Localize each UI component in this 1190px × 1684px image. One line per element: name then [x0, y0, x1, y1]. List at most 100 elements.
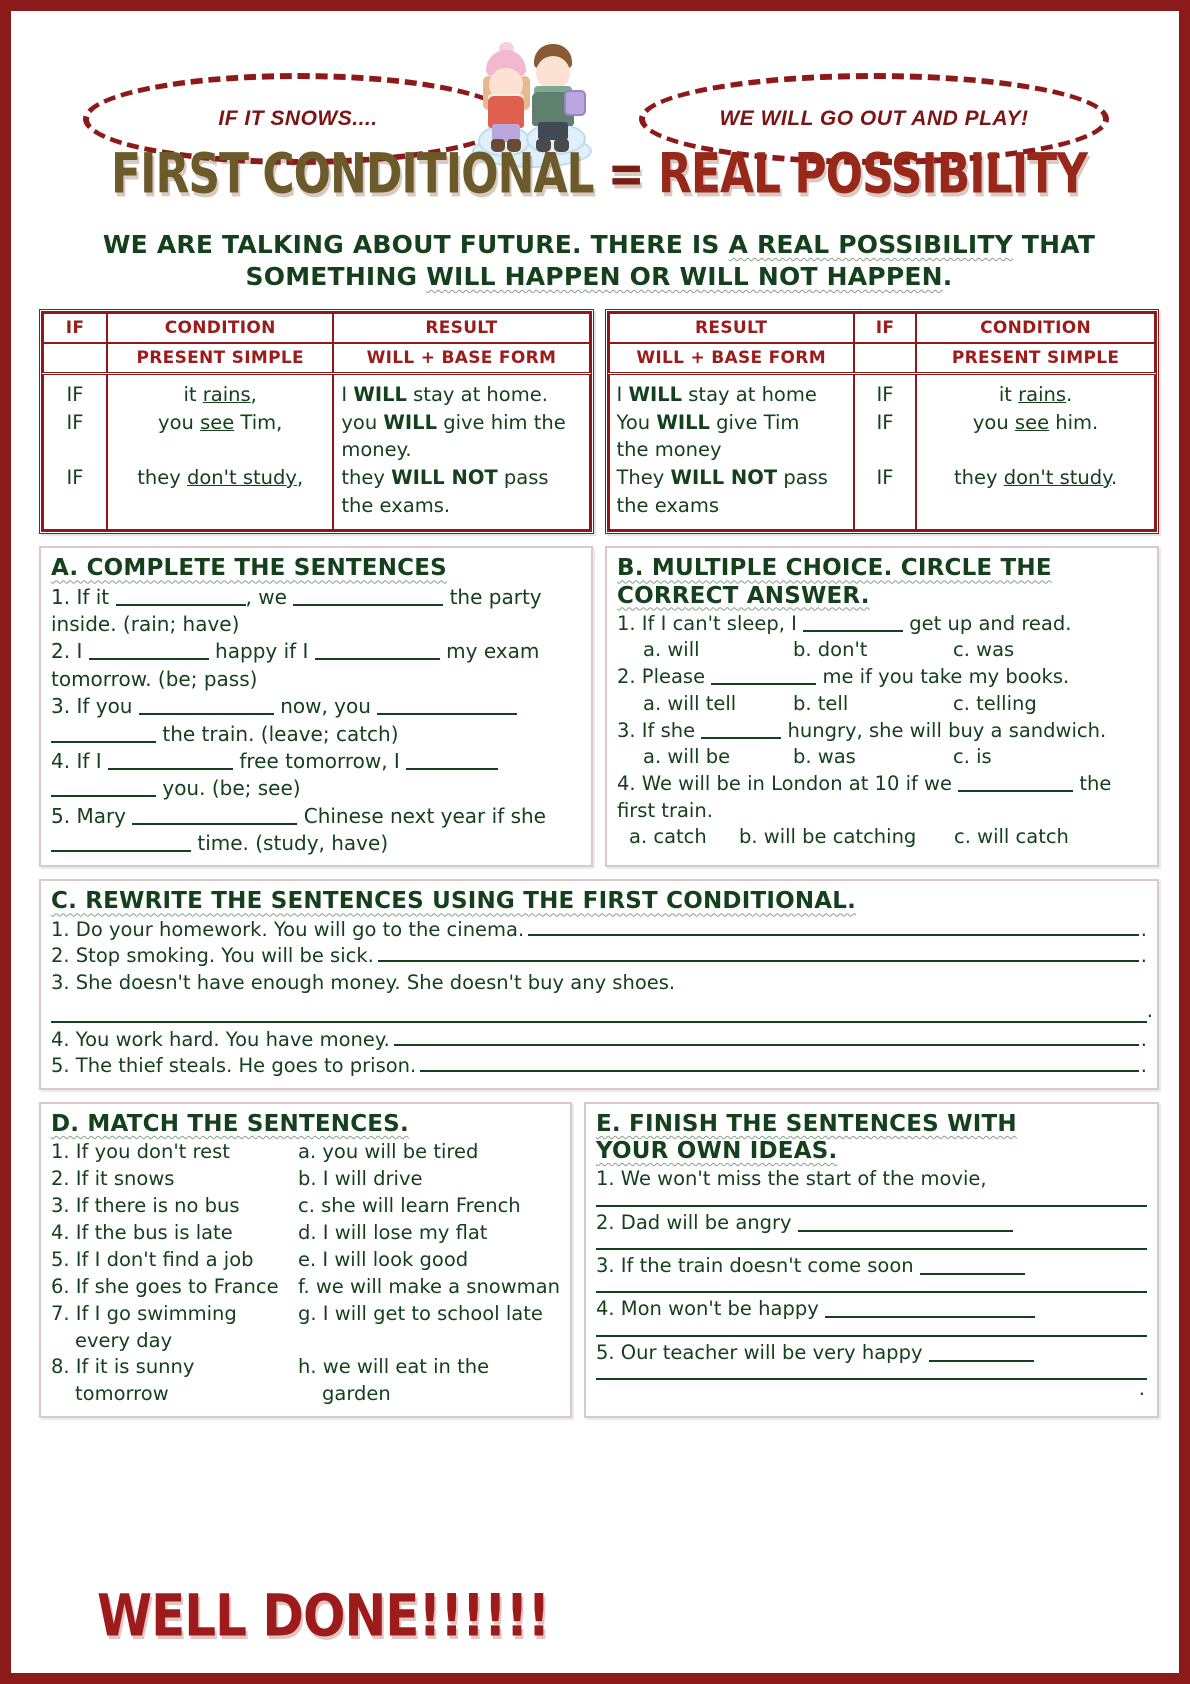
- list-item-spacer: [298, 1328, 560, 1355]
- list-item[interactable]: 1. If I can't sleep, I get up and read.: [617, 611, 1147, 638]
- right-head-if: IF: [852, 312, 918, 344]
- right-body-if: IF IF IF: [852, 372, 918, 532]
- answer-line[interactable]: [393, 1031, 1139, 1046]
- table-row: WILL + BASE FORM PRESENT SIMPLE: [607, 342, 1156, 375]
- list-item[interactable]: 1. If you don't rest: [51, 1139, 298, 1166]
- list-item[interactable]: 3. If there is no bus: [51, 1193, 298, 1220]
- list-item[interactable]: 2. If it snows: [51, 1166, 298, 1193]
- list-item[interactable]: 7. If I go swimming: [51, 1301, 298, 1328]
- answer-line[interactable]: [596, 1279, 1147, 1294]
- option-c[interactable]: c. telling: [953, 691, 1037, 718]
- list-item[interactable]: d. I will lose my flat: [298, 1220, 560, 1247]
- girl-figure-icon: [480, 42, 532, 152]
- option-b[interactable]: b. will be catching: [739, 824, 954, 851]
- option-b[interactable]: b. tell: [793, 691, 953, 718]
- end-mark: .: [1140, 917, 1147, 941]
- worksheet-header: IF IT SNOWS.... WE WILL GO OUT AND PLAY!: [39, 29, 1159, 217]
- right-head-condition: CONDITION: [915, 312, 1156, 344]
- page-title-equals: =: [593, 142, 658, 207]
- answer-line[interactable]: [596, 1323, 1147, 1337]
- table-row: I WILL stay at home You WILL give Tim th…: [607, 372, 1156, 532]
- list-item[interactable]: 3. If you now, you the train. (leave; ca…: [51, 693, 581, 748]
- list-item[interactable]: 5. Our teacher will be very happy: [596, 1340, 1147, 1366]
- exercise-b-title: B. MULTIPLE CHOICE. CIRCLE THE CORRECT A…: [617, 555, 1147, 609]
- option-c[interactable]: c. will catch: [954, 824, 1069, 851]
- list-item[interactable]: 4. If the bus is late: [51, 1220, 298, 1247]
- list-item[interactable]: e. I will look good: [298, 1247, 560, 1274]
- left-subhead-blank: [41, 342, 109, 375]
- list-item[interactable]: a. you will be tired: [298, 1139, 560, 1166]
- list-item[interactable]: 4. You work hard. You have money. .: [51, 1027, 1147, 1054]
- worksheet-page: IF IT SNOWS.... WE WILL GO OUT AND PLAY!: [0, 0, 1190, 1684]
- intro-text: WE ARE TALKING ABOUT FUTURE. THERE IS A …: [39, 229, 1159, 293]
- list-item[interactable]: 5. Mary Chinese next year if she time. (…: [51, 803, 581, 858]
- option-a[interactable]: a. will: [643, 637, 793, 664]
- answer-line[interactable]: .: [51, 997, 1153, 1023]
- exercise-e-title-line2: YOUR OWN IDEAS.: [596, 1138, 838, 1165]
- options-row[interactable]: a. will b. don't c. was: [617, 637, 1147, 664]
- list-item[interactable]: b. I will drive: [298, 1166, 560, 1193]
- exercise-e-title: E. FINISH THE SENTENCES WITH YOUR OWN ID…: [596, 1111, 1147, 1165]
- worksheet-sheet: IF IT SNOWS.... WE WILL GO OUT AND PLAY!: [25, 25, 1173, 1667]
- list-item[interactable]: 5. If I don't find a job: [51, 1247, 298, 1274]
- list-item[interactable]: f. we will make a snowman: [298, 1274, 560, 1301]
- list-item[interactable]: 4. Mon won't be happy: [596, 1296, 1147, 1322]
- list-item[interactable]: 2. Stop smoking. You will be sick. .: [51, 943, 1147, 970]
- intro-line-1a: WE ARE TALKING ABOUT FUTURE. THERE IS: [102, 230, 729, 259]
- option-a[interactable]: a. catch: [629, 824, 739, 851]
- answer-line[interactable]: [596, 1366, 1147, 1380]
- answer-line[interactable]: [824, 1303, 1035, 1319]
- left-subhead-will: WILL + BASE FORM: [332, 342, 591, 375]
- answer-line[interactable]: [377, 947, 1139, 963]
- list-item[interactable]: 1. If it , we the party inside. (rain; h…: [51, 584, 581, 639]
- list-item[interactable]: 2. I happy if I my exam tomorrow. (be; p…: [51, 638, 581, 693]
- list-item[interactable]: 8. If it is sunny: [51, 1354, 298, 1381]
- options-row[interactable]: a. will tell b. tell c. telling: [617, 691, 1147, 718]
- options-row[interactable]: a. catch b. will be catching c. will cat…: [617, 824, 1147, 851]
- exercise-e-item-5: 5. Our teacher will be very happy: [596, 1340, 923, 1364]
- right-head-result: RESULT: [607, 312, 855, 344]
- grammar-tables: IF CONDITION RESULT PRESENT SIMPLE WILL …: [39, 309, 1159, 535]
- option-a[interactable]: a. will be: [643, 744, 793, 771]
- exercise-b-title-line1: B. MULTIPLE CHOICE. CIRCLE THE: [617, 555, 1052, 582]
- exercise-c-item-1: 1. Do your homework. You will go to the …: [51, 917, 525, 941]
- option-a[interactable]: a. will tell: [643, 691, 793, 718]
- exercise-e-body: 1. We won't miss the start of the movie,…: [596, 1166, 1147, 1400]
- answer-line[interactable]: [797, 1217, 1013, 1232]
- list-item[interactable]: 3. She doesn't have enough money. She do…: [51, 970, 1153, 1023]
- end-mark: .: [1138, 1376, 1145, 1400]
- list-item[interactable]: g. I will get to school late: [298, 1301, 560, 1328]
- exercise-e-item-2: 2. Dad will be angry: [596, 1210, 792, 1234]
- list-item[interactable]: 2. Please me if you take my books.: [617, 664, 1147, 691]
- list-item[interactable]: 1. Do your homework. You will go to the …: [51, 917, 1147, 944]
- intro-line-2a: SOMETHING: [245, 262, 427, 291]
- answer-line[interactable]: [596, 1193, 1147, 1207]
- option-c[interactable]: c. was: [953, 637, 1014, 664]
- list-item[interactable]: 5. The thief steals. He goes to prison. …: [51, 1053, 1147, 1080]
- answer-line[interactable]: [596, 1236, 1147, 1250]
- list-item[interactable]: c. she will learn French: [298, 1193, 560, 1220]
- option-b[interactable]: b. was: [793, 744, 953, 771]
- list-item[interactable]: 3. If the train doesn't come soon: [596, 1253, 1147, 1279]
- list-item[interactable]: 4. If I free tomorrow, I you. (be; see): [51, 748, 581, 803]
- table-row: IF IF IF it rains, you see Tim, they don…: [41, 372, 591, 532]
- list-item[interactable]: 1. We won't miss the start of the movie,: [596, 1166, 1147, 1192]
- exercise-a-body: 1. If it , we the party inside. (rain; h…: [51, 584, 581, 858]
- speech-bubble-right-text: WE WILL GO OUT AND PLAY!: [709, 105, 1039, 133]
- list-item[interactable]: 3. If she hungry, she will buy a sandwic…: [617, 718, 1147, 745]
- options-row[interactable]: a. will be b. was c. is: [617, 744, 1147, 771]
- answer-line[interactable]: [420, 1057, 1139, 1073]
- page-title: FIRST CONDITIONAL = REAL POSSIBILITY: [39, 143, 1159, 207]
- answer-line[interactable]: [919, 1260, 1025, 1275]
- list-item[interactable]: 2. Dad will be angry: [596, 1210, 1147, 1236]
- option-c[interactable]: c. is: [953, 744, 992, 771]
- answer-line[interactable]: [528, 921, 1139, 936]
- list-item[interactable]: h. we will eat in the: [298, 1354, 560, 1381]
- left-body-condition: it rains, you see Tim, they don't study,: [106, 372, 335, 532]
- list-item[interactable]: 6. If she goes to France: [51, 1274, 298, 1301]
- list-item[interactable]: 4. We will be in London at 10 if we the …: [617, 771, 1147, 824]
- exercises-a-b: A. COMPLETE THE SENTENCES 1. If it , we …: [39, 546, 1159, 868]
- answer-line[interactable]: [928, 1347, 1034, 1362]
- table-row: PRESENT SIMPLE WILL + BASE FORM: [41, 342, 591, 375]
- option-b[interactable]: b. don't: [793, 637, 953, 664]
